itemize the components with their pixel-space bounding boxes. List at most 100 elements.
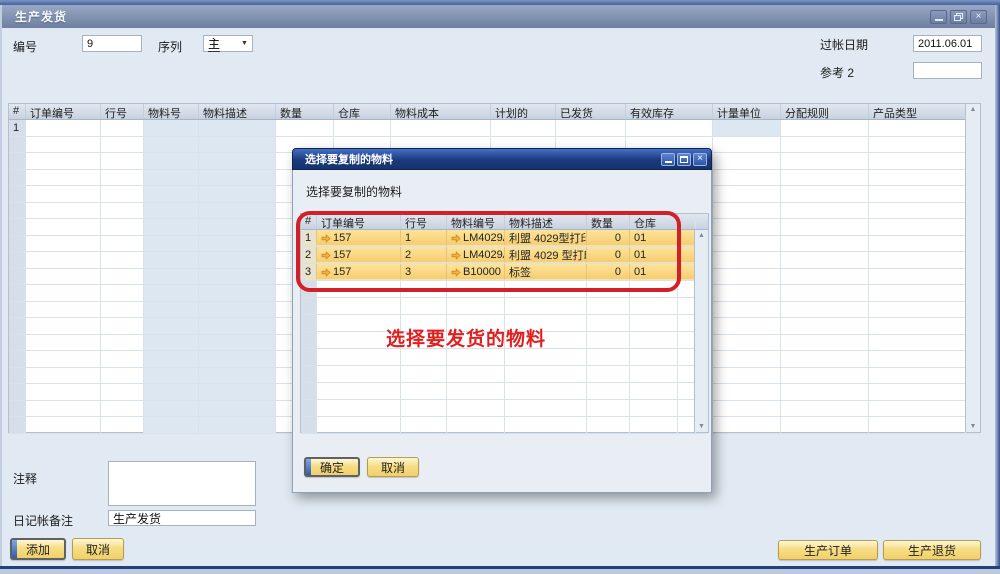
item-code-cell[interactable]: LM4029APC: [447, 247, 505, 263]
main-col-header[interactable]: 仓库: [334, 104, 391, 119]
item-description-cell[interactable]: 利盟 4029 型打印机: [505, 247, 587, 263]
main-col-header[interactable]: 订单编号: [26, 104, 101, 119]
row-number-cell[interactable]: 2: [301, 247, 317, 263]
scroll-down-icon[interactable]: ▼: [970, 423, 977, 430]
row-number-cell[interactable]: 1: [9, 120, 26, 136]
grid-cell: [199, 302, 276, 318]
warehouse-cell[interactable]: 01: [630, 247, 678, 263]
line-number-cell[interactable]: 1: [401, 230, 447, 246]
dialog-close-icon[interactable]: ×: [693, 153, 707, 166]
grid-cell[interactable]: [626, 120, 713, 136]
grid-cell: [199, 170, 276, 186]
grid-cell[interactable]: [334, 120, 391, 136]
line-number-cell[interactable]: 3: [401, 264, 447, 280]
link-arrow-icon[interactable]: [321, 251, 331, 260]
dialog-col-header[interactable]: 物料描述: [505, 214, 587, 229]
row-number-cell[interactable]: 1: [301, 230, 317, 246]
warehouse-cell[interactable]: 01: [630, 230, 678, 246]
add-button[interactable]: 添加: [10, 538, 66, 560]
remarks-textarea[interactable]: [108, 461, 256, 506]
main-col-header[interactable]: 物料描述: [199, 104, 276, 119]
dialog-maximize-icon[interactable]: [677, 153, 691, 166]
grid-cell[interactable]: [556, 120, 626, 136]
quantity-cell[interactable]: 0: [587, 264, 630, 280]
restore-icon[interactable]: [950, 10, 967, 24]
item-code-cell[interactable]: B10000: [447, 264, 505, 280]
grid-cell: [505, 400, 587, 416]
grid-cell: [199, 384, 276, 400]
grid-cell[interactable]: [781, 120, 869, 136]
main-col-header[interactable]: #: [9, 104, 26, 119]
grid-cell: [101, 417, 144, 433]
journal-remark-input[interactable]: 生产发货: [108, 510, 256, 526]
main-col-header[interactable]: 有效库存: [626, 104, 713, 119]
grid-cell: [781, 318, 869, 334]
dialog-col-header[interactable]: 物料编号: [447, 214, 505, 229]
main-col-header[interactable]: 分配规则: [781, 104, 869, 119]
link-arrow-icon[interactable]: [321, 268, 331, 277]
production-return-button[interactable]: 生产退货: [883, 540, 981, 560]
production-order-button[interactable]: 生产订单: [778, 540, 878, 560]
quantity-cell[interactable]: 0: [587, 247, 630, 263]
scroll-up-icon[interactable]: ▲: [698, 232, 705, 239]
dialog-col-header[interactable]: 仓库: [630, 214, 678, 229]
grid-cell[interactable]: [713, 120, 781, 136]
item-description-cell[interactable]: 标签: [505, 264, 587, 280]
main-col-header[interactable]: 数量: [276, 104, 334, 119]
close-icon[interactable]: ×: [970, 10, 987, 24]
dialog-col-header[interactable]: #: [301, 214, 317, 229]
posting-date-input[interactable]: 2011.06.01: [913, 35, 982, 52]
grid-cell[interactable]: [199, 120, 276, 136]
minimize-icon[interactable]: [930, 10, 947, 24]
order-number-cell[interactable]: 157: [317, 230, 401, 246]
quantity-cell[interactable]: 0: [587, 230, 630, 246]
dialog-minimize-icon[interactable]: [661, 153, 675, 166]
grid-cell: [713, 417, 781, 433]
main-col-header[interactable]: 已发货: [556, 104, 626, 119]
dialog-item-row[interactable]: 11571LM4029ACA利盟 4029型打印机001: [301, 230, 708, 247]
dialog-item-row[interactable]: 21572LM4029APC利盟 4029 型打印机001: [301, 247, 708, 264]
main-col-header[interactable]: 行号: [101, 104, 144, 119]
chevron-down-icon[interactable]: ▼: [237, 40, 252, 47]
row-number-cell[interactable]: 3: [301, 264, 317, 280]
grid-cell: [101, 219, 144, 235]
scroll-up-icon[interactable]: ▲: [970, 106, 977, 113]
main-col-header[interactable]: 物料号: [144, 104, 199, 119]
dialog-col-header[interactable]: 订单编号: [317, 214, 401, 229]
grid-cell[interactable]: [144, 120, 199, 136]
grid-cell: [869, 384, 966, 400]
dialog-cancel-button[interactable]: 取消: [367, 457, 419, 477]
grid-cell[interactable]: [101, 120, 144, 136]
grid-cell[interactable]: [26, 120, 101, 136]
main-col-header[interactable]: 产品类型: [869, 104, 966, 119]
dialog-col-header[interactable]: 行号: [401, 214, 447, 229]
link-arrow-icon[interactable]: [321, 234, 331, 243]
grid-cell[interactable]: [491, 120, 556, 136]
scroll-down-icon[interactable]: ▼: [698, 423, 705, 430]
main-col-header[interactable]: 物料成本: [391, 104, 491, 119]
main-col-header[interactable]: 计量单位: [713, 104, 781, 119]
series-dropdown[interactable]: 主 ▼: [203, 35, 253, 52]
line-number-cell[interactable]: 2: [401, 247, 447, 263]
grid-cell[interactable]: [869, 120, 966, 136]
warehouse-cell[interactable]: 01: [630, 264, 678, 280]
main-grid-scrollbar[interactable]: ▲ ▼: [965, 104, 980, 432]
order-number-cell[interactable]: 157: [317, 247, 401, 263]
item-description-cell[interactable]: 利盟 4029型打印机: [505, 230, 587, 246]
link-arrow-icon[interactable]: [451, 234, 461, 243]
main-col-header[interactable]: 计划的: [491, 104, 556, 119]
ref2-input[interactable]: [913, 62, 982, 79]
grid-cell: [401, 298, 447, 314]
dialog-col-header[interactable]: 数量: [587, 214, 630, 229]
ok-button[interactable]: 确定: [304, 457, 360, 477]
link-arrow-icon[interactable]: [451, 251, 461, 260]
order-number-cell[interactable]: 157: [317, 264, 401, 280]
item-code-cell[interactable]: LM4029ACA: [447, 230, 505, 246]
dialog-grid-scrollbar[interactable]: ▲ ▼: [694, 230, 708, 432]
grid-cell[interactable]: [391, 120, 491, 136]
link-arrow-icon[interactable]: [451, 268, 461, 277]
docnum-input[interactable]: 9: [82, 35, 142, 52]
cancel-button[interactable]: 取消: [72, 538, 124, 560]
grid-cell[interactable]: [276, 120, 334, 136]
dialog-item-row[interactable]: 31573B10000标签001: [301, 264, 708, 281]
